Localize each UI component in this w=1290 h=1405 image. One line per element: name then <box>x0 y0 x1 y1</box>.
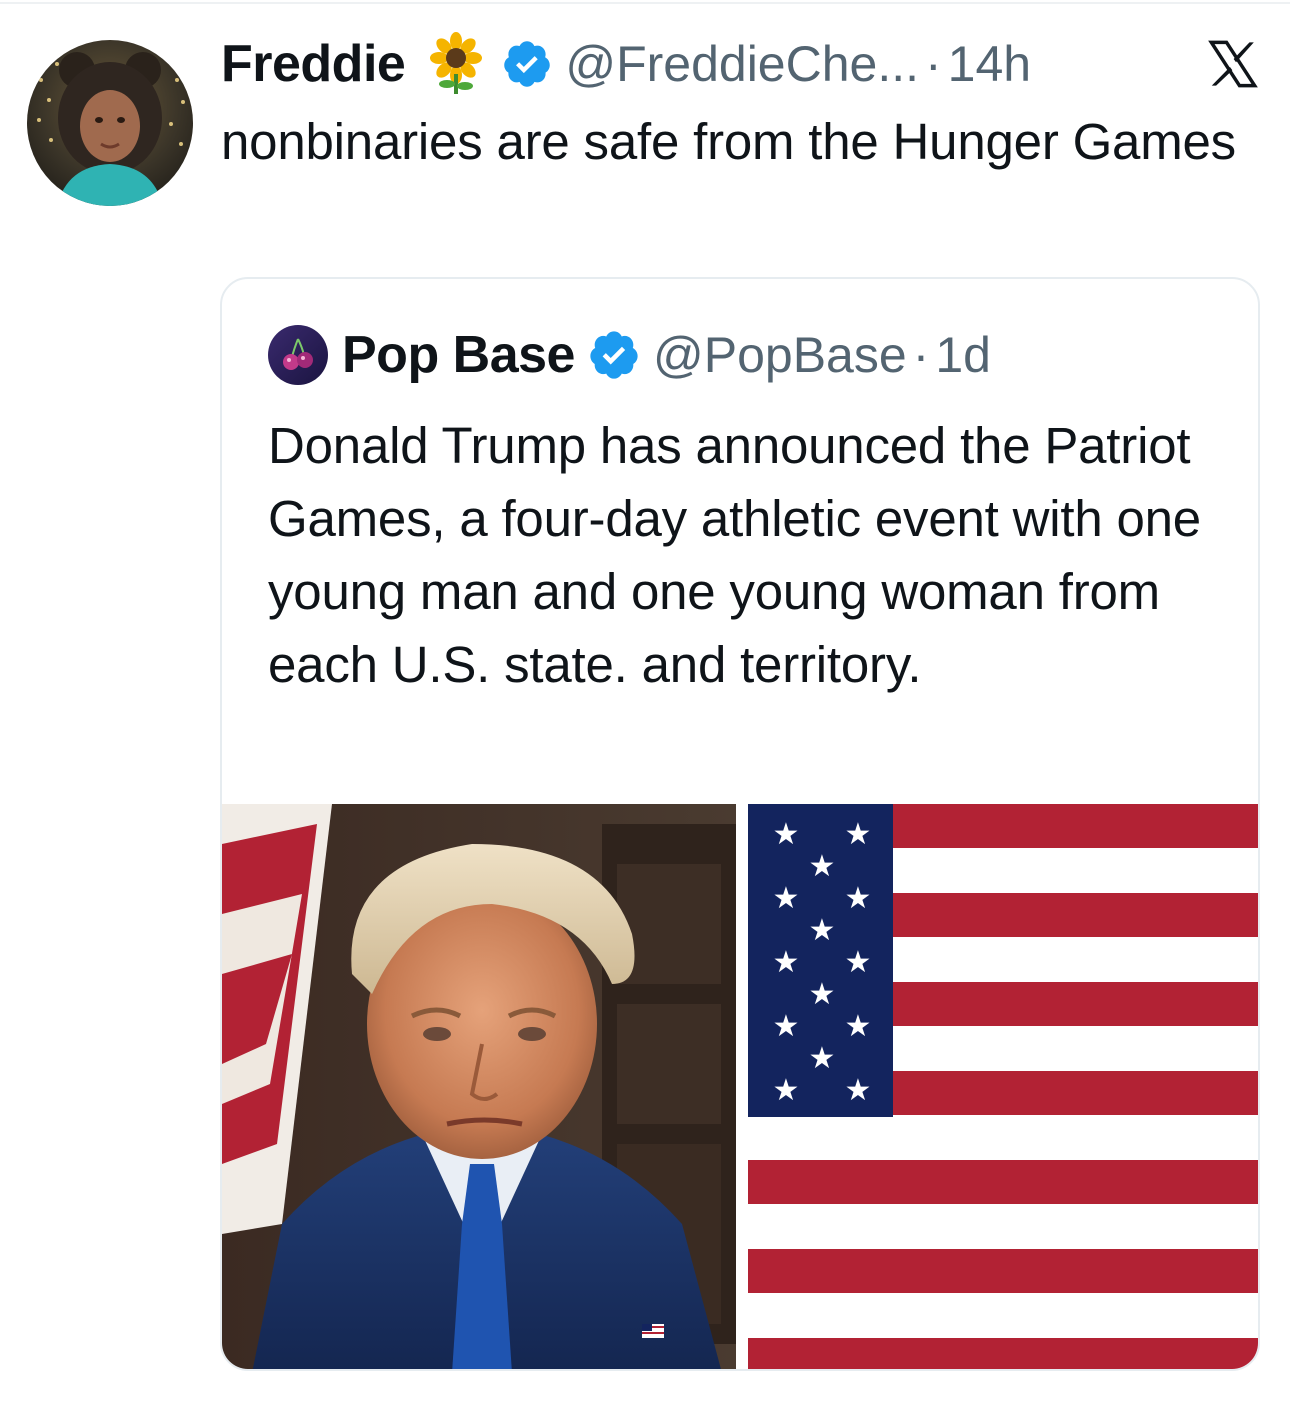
portrait-photo[interactable] <box>222 804 736 1369</box>
us-flag-image[interactable]: ★ ★ ★ ★ ★ ★ ★ ★ ★ ★ ★ ★ ★ ★ <box>748 804 1258 1369</box>
svg-text:★: ★ <box>845 945 872 980</box>
svg-text:★: ★ <box>845 881 872 916</box>
svg-text:★: ★ <box>809 1041 836 1076</box>
author-handle[interactable]: @FreddieChe... <box>565 35 919 93</box>
tweet-text: nonbinaries are safe from the Hunger Gam… <box>221 113 1236 170</box>
author-avatar[interactable] <box>27 40 193 206</box>
svg-text:★: ★ <box>773 1009 800 1044</box>
tweet[interactable]: Freddie @FreddieChe... · 14h nonbinaries… <box>0 0 1290 1405</box>
sunflower-icon <box>427 32 485 96</box>
verified-badge-icon <box>501 38 553 90</box>
tweet-header: Freddie @FreddieChe... · 14h <box>221 28 1031 100</box>
separator-dot: · <box>925 36 942 92</box>
separator-dot: · <box>912 327 930 383</box>
svg-text:★: ★ <box>809 849 836 884</box>
author-name[interactable]: Freddie <box>221 34 406 94</box>
quoted-tweet-timestamp[interactable]: 1d <box>935 326 991 384</box>
svg-text:★: ★ <box>809 977 836 1012</box>
svg-text:★: ★ <box>773 1073 800 1108</box>
quoted-tweet-text: Donald Trump has announced the Patriot G… <box>268 417 1201 693</box>
quoted-tweet-header: Pop Base @PopBase · 1d <box>268 323 991 387</box>
svg-text:★: ★ <box>809 913 836 948</box>
svg-text:★: ★ <box>773 817 800 852</box>
svg-text:★: ★ <box>845 817 872 852</box>
verified-badge-icon <box>587 328 641 382</box>
svg-text:★: ★ <box>773 881 800 916</box>
quoted-author-handle[interactable]: @PopBase <box>653 326 907 384</box>
quoted-author-name[interactable]: Pop Base <box>342 325 575 385</box>
svg-text:★: ★ <box>845 1009 872 1044</box>
svg-text:★: ★ <box>845 1073 872 1108</box>
x-logo-icon[interactable] <box>1207 40 1259 88</box>
tweet-timestamp[interactable]: 14h <box>948 35 1031 93</box>
quoted-author-avatar[interactable] <box>268 325 328 385</box>
svg-text:★: ★ <box>773 945 800 980</box>
quoted-tweet-card[interactable]: Pop Base @PopBase · 1d Donald Trump has … <box>220 277 1260 1371</box>
